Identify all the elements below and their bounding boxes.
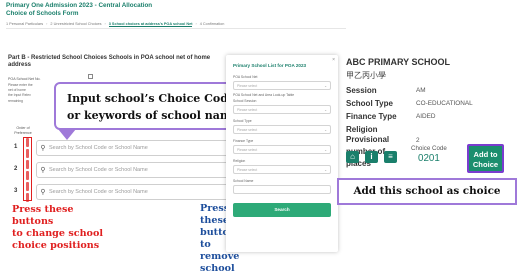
add-to-choice-button[interactable]: Add to Choice — [467, 144, 504, 173]
places-label-line: Provisional — [346, 135, 390, 144]
remove-annotation-line: school — [200, 263, 235, 274]
chevron-down-icon: ⌄ — [324, 128, 327, 132]
school-search-input[interactable]: ⚲ Search by School Code or School Name — [36, 140, 232, 156]
school-search-input[interactable]: ⚲ Search by School Code or School Name — [36, 184, 232, 200]
step-arrow-icon: › — [46, 22, 48, 26]
home-icon[interactable]: ⌂ — [346, 151, 359, 163]
list-icon[interactable]: ≡ — [384, 151, 397, 163]
step-unrestricted[interactable]: 2 Unrestricted School Choices — [50, 22, 101, 26]
chevron-down-icon: ⌄ — [324, 148, 327, 152]
step-arrow-icon: › — [195, 22, 197, 26]
session-label: Session — [346, 86, 377, 95]
select-placeholder: Please select — [237, 148, 258, 152]
school-name-label: School Name — [233, 179, 254, 183]
finance-type-filter[interactable]: Please select ⌄ — [233, 145, 331, 154]
religion-filter[interactable]: Please select ⌄ — [233, 165, 331, 174]
finance-type-label: Finance Type — [346, 112, 397, 121]
select-placeholder: Please select — [237, 108, 258, 112]
remove-annotation-line: remove — [200, 251, 240, 262]
instruction-line: remaining — [8, 98, 23, 103]
step-confirmation[interactable]: 4 Confirmation — [200, 22, 225, 26]
step-poa-net[interactable]: 3 School choices at address's POA school… — [108, 22, 193, 27]
add-button-line2: Choice — [472, 160, 499, 169]
callout-line1: Input school’s Choice Code — [67, 92, 235, 105]
school-type-label: School Type — [346, 99, 393, 108]
reorder-annotation: Press these buttons to change school cho… — [12, 204, 112, 252]
choice-code-value: 0201 — [418, 153, 440, 164]
step-personal[interactable]: 1 Personal Particulars — [6, 22, 43, 26]
school-type-value: CO-EDUCATIONAL — [416, 100, 473, 107]
school-name: ABC PRIMARY SCHOOL — [346, 57, 451, 67]
search-placeholder: Search by School Code or School Name — [49, 189, 148, 195]
religion-label: Religion — [233, 159, 246, 163]
close-icon[interactable]: × — [332, 57, 335, 63]
school-session-label: School Session — [233, 99, 257, 103]
reorder-annotation-line: Press these buttons — [12, 204, 74, 227]
session-value: AM — [416, 87, 426, 94]
add-button-line1: Add to — [473, 150, 498, 159]
row-number: 1 — [14, 144, 18, 150]
add-choice-annotation: Add this school as choice — [337, 178, 517, 205]
poa-net-label: POA School Net No. — [8, 77, 41, 81]
search-icon: ⚲ — [40, 145, 46, 152]
search-button[interactable]: Search — [233, 203, 331, 217]
reorder-annotation-line: to change school — [12, 228, 103, 239]
search-icon: ⚲ — [40, 189, 46, 196]
order-header: Order of Preference — [8, 126, 38, 135]
part-b-title: Part B - Restricted School Choices Schoo… — [8, 55, 211, 68]
school-list-panel: × Primary School List for POA 2023 POA S… — [226, 55, 338, 252]
school-search-input[interactable]: ⚲ Search by School Code or School Name — [36, 162, 232, 178]
school-type-filter[interactable]: Please select ⌄ — [233, 125, 331, 134]
chevron-down-icon: ⌄ — [324, 84, 327, 88]
page-title: Primary One Admission 2023 - Central All… — [6, 2, 152, 18]
choice-row: 2 ⚲ Search by School Code or School Name… — [14, 159, 247, 181]
step-arrow-icon: › — [104, 22, 106, 26]
poa-net-filter-label: POA School Net — [233, 75, 258, 79]
callout-line2: or keywords of school name — [67, 109, 239, 122]
school-name-input[interactable] — [233, 185, 331, 194]
places-value: 2 — [416, 137, 420, 144]
chevron-down-icon: ⌄ — [324, 168, 327, 172]
page-title-line2: Choice of Schools Form — [6, 10, 79, 17]
school-name-chinese: 甲乙丙小學 — [346, 71, 386, 80]
lookup-table-label[interactable]: POA School Net and Area Look-up Table — [233, 93, 294, 97]
poa-net-value — [88, 74, 93, 79]
choice-row: 1 ⚲ Search by School Code or School Name… — [14, 137, 247, 159]
callout-pointer — [58, 129, 76, 140]
reorder-annotation-line: choice positions — [12, 240, 100, 251]
chevron-down-icon: ⌄ — [324, 108, 327, 112]
school-type-label: School Type — [233, 119, 252, 123]
search-instruction-callout: Input school’s Choice Code or keywords o… — [54, 82, 254, 130]
panel-title: Primary School List for POA 2023 — [233, 63, 307, 68]
finance-type-label: Finance Type — [233, 139, 254, 143]
search-icon: ⚲ — [40, 167, 46, 174]
search-placeholder: Search by School Code or School Name — [49, 145, 148, 151]
poa-net-filter[interactable]: Please select ⌄ — [233, 81, 331, 90]
row-number: 3 — [14, 188, 18, 194]
school-session-filter[interactable]: Please select ⌄ — [233, 105, 331, 114]
choice-code-label: Choice Code — [411, 145, 447, 152]
instructions: Please enter the net of home the Input R… — [8, 83, 38, 104]
search-placeholder: Search by School Code or School Name — [49, 167, 148, 173]
finance-type-value: AIDED — [416, 113, 436, 120]
select-placeholder: Please select — [237, 128, 258, 132]
order-header-line2: Preference — [14, 130, 32, 135]
info-icon[interactable]: i — [365, 151, 378, 163]
select-placeholder: Please select — [237, 168, 258, 172]
select-placeholder: Please select — [237, 84, 258, 88]
reorder-buttons-highlight — [23, 137, 32, 201]
row-number: 2 — [14, 166, 18, 172]
choice-row: 3 ⚲ Search by School Code or School Name… — [14, 181, 247, 203]
page-title-line1: Primary One Admission 2023 - Central All… — [6, 2, 153, 9]
step-indicator: 1 Personal Particulars › 2 Unrestricted … — [6, 20, 346, 29]
